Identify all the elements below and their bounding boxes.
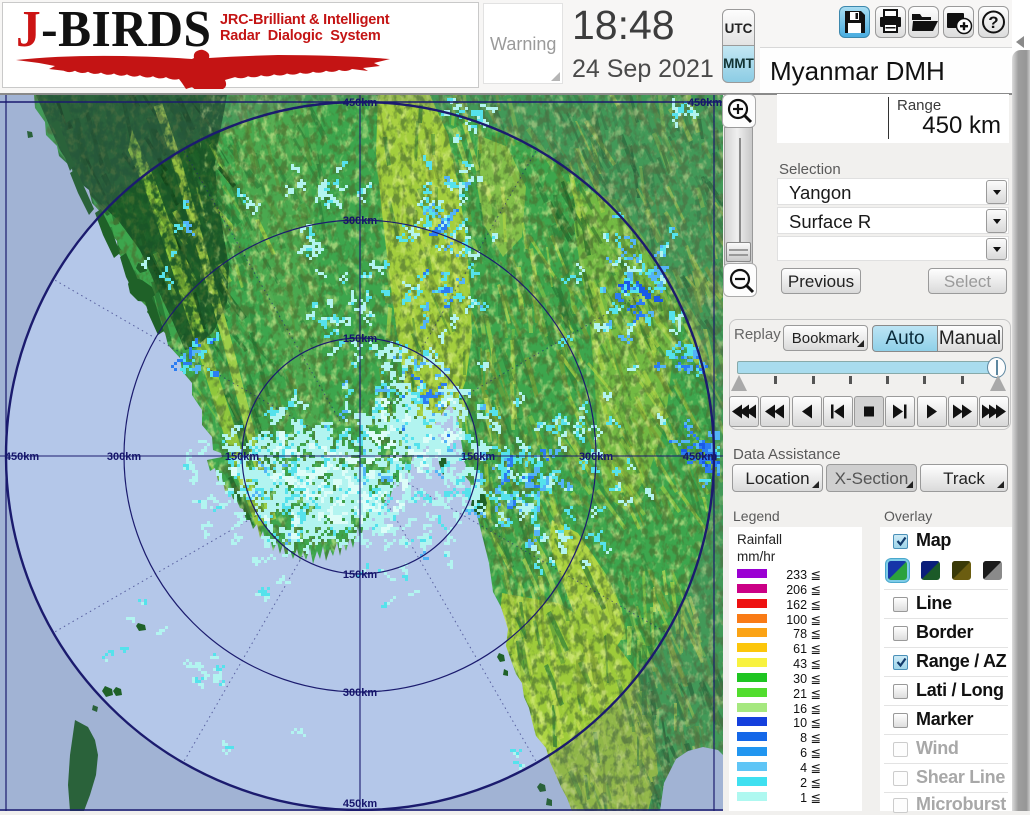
svg-text:150km: 150km — [343, 333, 377, 345]
svg-text:450km: 450km — [343, 97, 377, 109]
svg-text:150km: 150km — [461, 451, 495, 463]
svg-text:150km: 150km — [225, 451, 259, 463]
svg-text:300km: 300km — [107, 451, 141, 463]
svg-text:300km: 300km — [579, 451, 613, 463]
svg-text:450km: 450km — [343, 798, 377, 810]
svg-text:300km: 300km — [343, 687, 377, 699]
svg-text:450km: 450km — [688, 97, 722, 109]
svg-text:450km: 450km — [683, 451, 717, 463]
svg-text:450km: 450km — [5, 451, 39, 463]
svg-text:300km: 300km — [343, 215, 377, 227]
svg-text:?: ? — [988, 13, 998, 32]
svg-text:150km: 150km — [343, 569, 377, 581]
